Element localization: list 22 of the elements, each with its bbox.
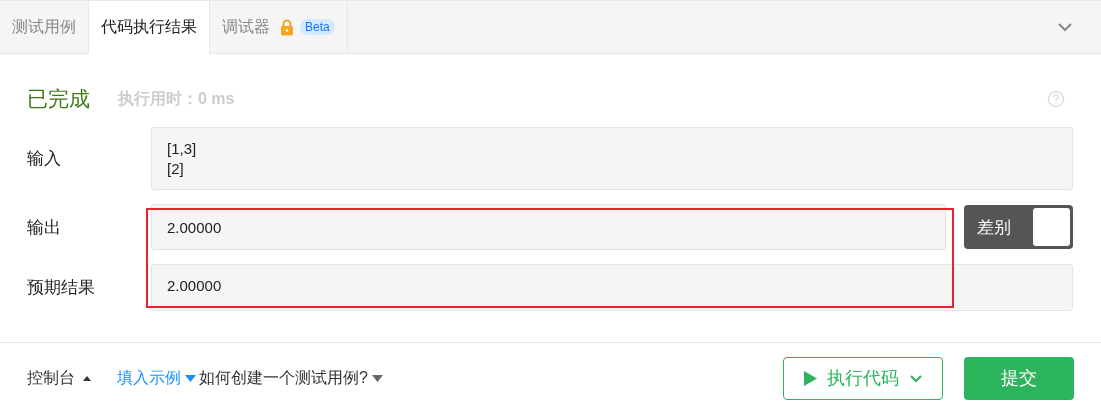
status-label: 已完成 (27, 86, 90, 112)
caret-down-icon (185, 374, 196, 382)
caret-up-icon (83, 375, 91, 381)
help-link[interactable]: 如何创建一个测试用例? (199, 367, 368, 389)
fill-example-link[interactable]: 填入示例 (117, 367, 181, 389)
play-icon (803, 370, 817, 386)
console-button[interactable]: 控制台 (27, 367, 75, 389)
run-code-button[interactable]: 执行代码 (783, 356, 943, 400)
result-box: 2.00000 (151, 264, 1073, 311)
chevron-down-icon[interactable] (1057, 22, 1073, 32)
submit-button[interactable]: 提交 (964, 356, 1074, 400)
tab[interactable]: 调试器 Beta (210, 1, 348, 53)
tab[interactable]: 代码执行结果 (89, 1, 210, 54)
diff-toggle[interactable]: 差别 (964, 205, 1073, 249)
result-box: [1,3] [2] (151, 127, 1073, 190)
row-label: 输入 (27, 148, 62, 170)
chevron-down-icon (908, 373, 923, 383)
row-label: 预期结果 (27, 277, 96, 299)
row-label: 输出 (27, 216, 62, 239)
result-box: 2.00000 (151, 204, 946, 250)
caret-down-icon (371, 374, 383, 382)
beta-badge: Beta (300, 19, 335, 35)
